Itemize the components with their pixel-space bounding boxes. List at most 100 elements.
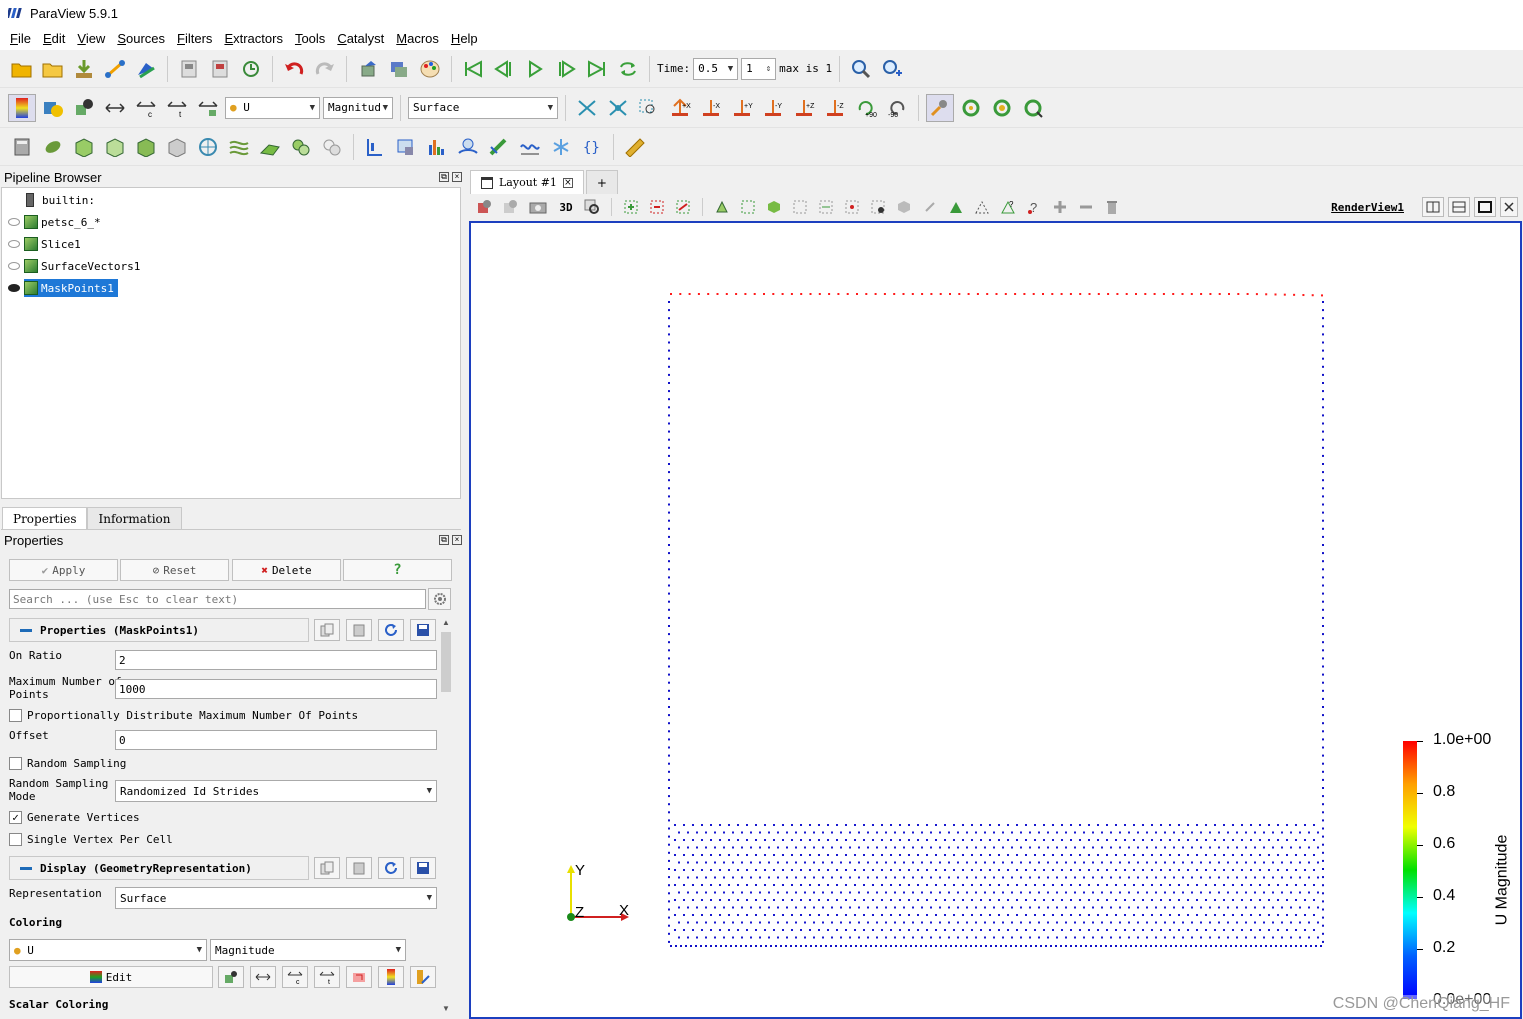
find-data-icon[interactable] xyxy=(847,55,875,83)
close-icon[interactable]: × xyxy=(452,172,462,182)
time-value-combo[interactable]: 0.5 ▼ xyxy=(693,57,739,80)
python-script-icon[interactable]: {} xyxy=(578,133,606,161)
menu-tools[interactable]: Tools xyxy=(289,31,331,46)
tab-properties[interactable]: Properties xyxy=(2,507,88,529)
camera-undo-icon[interactable] xyxy=(354,55,382,83)
open-file-icon[interactable] xyxy=(8,55,36,83)
glyph-icon[interactable] xyxy=(194,133,222,161)
properties-section-header[interactable]: Properties (MaskPoints1) xyxy=(9,618,309,642)
histogram-icon[interactable] xyxy=(423,133,451,161)
render-view[interactable]: Y Z X 1.0e+00 0.8 0.6 0.4 0.2 0.0e+00 U … xyxy=(469,221,1522,1019)
delete-button[interactable]: ✖ Delete xyxy=(232,559,341,581)
camera-redo-icon[interactable] xyxy=(385,55,413,83)
toggle-color-legend-icon[interactable] xyxy=(8,93,36,122)
hover-cells-icon[interactable] xyxy=(919,193,941,221)
apply-button[interactable]: ✔ Apply xyxy=(9,559,118,581)
coloring-component-select[interactable]: Magnitude ▼ xyxy=(210,939,406,961)
select-polygon-points-icon[interactable] xyxy=(815,193,837,221)
select-cells-through-icon[interactable] xyxy=(711,193,733,221)
shrink-selection-icon[interactable] xyxy=(971,193,993,221)
zoom-to-data-icon[interactable] xyxy=(604,94,632,122)
select-cells-on-icon[interactable] xyxy=(620,193,642,221)
clip-icon[interactable] xyxy=(70,133,98,161)
add-selection-icon[interactable] xyxy=(1049,193,1071,221)
menu-edit[interactable]: Edit xyxy=(37,31,71,46)
rescale-visible-range-icon[interactable] xyxy=(346,966,372,988)
menu-view[interactable]: View xyxy=(71,31,111,46)
probe-icon[interactable] xyxy=(392,133,420,161)
toggle-3d-button[interactable]: 3D xyxy=(555,201,577,214)
save-icon[interactable] xyxy=(410,619,436,641)
subtract-selection-icon[interactable] xyxy=(1075,193,1097,221)
rescale-temporal-range-icon[interactable]: t xyxy=(314,966,340,988)
view-plus-x-icon[interactable]: +X xyxy=(666,94,694,122)
edit-selection-icon[interactable]: ? xyxy=(997,193,1019,221)
interactive-select-cells-icon[interactable] xyxy=(841,193,863,221)
disconnect-icon[interactable] xyxy=(132,55,160,83)
view-redo-icon[interactable] xyxy=(499,193,521,221)
advanced-settings-gear-icon[interactable] xyxy=(428,588,451,610)
plot-data-icon[interactable] xyxy=(485,133,513,161)
edit-color-map-button[interactable]: Edit xyxy=(9,966,213,988)
split-horizontal-icon[interactable] xyxy=(1422,197,1444,217)
clear-selection-trash-icon[interactable] xyxy=(1101,193,1123,221)
sampling-mode-select[interactable]: Randomized Id Strides ▼ xyxy=(115,780,437,802)
float-icon[interactable]: ⧉ xyxy=(439,172,449,182)
warp-vector-icon[interactable] xyxy=(256,133,284,161)
pipeline-item-petsc[interactable]: petsc_6_* xyxy=(2,212,101,232)
scroll-thumb[interactable] xyxy=(441,632,451,692)
paste-icon[interactable] xyxy=(346,619,372,641)
interaction-mode-icon[interactable] xyxy=(926,93,954,122)
coloring-array-select[interactable]: ● U ▼ xyxy=(9,939,207,961)
menu-catalyst[interactable]: Catalyst xyxy=(331,31,390,46)
view-plus-z-icon[interactable]: +Z xyxy=(790,94,818,122)
center-axes-icon[interactable] xyxy=(957,94,985,122)
redo-icon[interactable] xyxy=(311,55,339,83)
select-points-off-icon[interactable] xyxy=(646,193,668,221)
reset-session-icon[interactable] xyxy=(237,55,265,83)
representation-select[interactable]: Surface ▼ xyxy=(115,887,437,909)
find-selection-icon[interactable]: ? xyxy=(1023,193,1045,221)
view-undo-icon[interactable] xyxy=(473,193,495,221)
representation-combo[interactable]: Surface ▼ xyxy=(408,96,558,119)
close-icon[interactable]: × xyxy=(452,535,462,545)
view-minus-y-icon[interactable]: -Y xyxy=(759,94,787,122)
scrollbar[interactable]: ▲ ▼ xyxy=(440,618,452,1013)
edit-color-map-icon[interactable] xyxy=(39,94,67,122)
menu-macros[interactable]: Macros xyxy=(390,31,445,46)
threshold-icon[interactable] xyxy=(132,133,160,161)
eye-closed-icon[interactable] xyxy=(8,218,20,226)
pipeline-item-slice1[interactable]: Slice1 xyxy=(2,234,81,254)
view-zoom-icon[interactable] xyxy=(581,193,603,221)
select-frustum-icon[interactable] xyxy=(672,193,694,221)
pipeline-item-builtin[interactable]: builtin: xyxy=(24,190,95,210)
eye-closed-icon[interactable] xyxy=(8,240,20,248)
menu-file[interactable]: File xyxy=(4,31,37,46)
render-view-name[interactable]: RenderView1 xyxy=(1331,201,1404,214)
pipeline-item-surfacevectors1[interactable]: SurfaceVectors1 xyxy=(2,256,140,276)
edit-color-legend-icon[interactable] xyxy=(410,966,436,988)
close-view-icon[interactable] xyxy=(1500,197,1518,217)
reset-range-icon[interactable] xyxy=(70,94,98,122)
load-state-icon[interactable] xyxy=(206,55,234,83)
stream-tracer-icon[interactable] xyxy=(225,133,253,161)
rescale-custom-c-icon[interactable]: c xyxy=(132,94,160,122)
slice-icon[interactable] xyxy=(101,133,129,161)
proportional-distribute-checkbox[interactable]: Proportionally Distribute Maximum Number… xyxy=(9,709,358,722)
choose-preset-icon[interactable] xyxy=(218,966,244,988)
rotate-minus-90-icon[interactable]: -90 xyxy=(883,94,911,122)
view-minus-z-icon[interactable]: -Z xyxy=(821,94,849,122)
select-polygon-cells-icon[interactable] xyxy=(789,193,811,221)
eye-closed-icon[interactable] xyxy=(8,262,20,270)
previous-frame-icon[interactable] xyxy=(490,55,518,83)
copy-icon[interactable] xyxy=(314,857,340,879)
max-points-input[interactable]: 1000 xyxy=(115,679,437,699)
paste-icon[interactable] xyxy=(346,857,372,879)
select-points-through-icon[interactable] xyxy=(737,193,759,221)
extract-subset-icon[interactable] xyxy=(163,133,191,161)
generate-vertices-checkbox[interactable]: ✓ Generate Vertices xyxy=(9,811,140,824)
color-array-combo[interactable]: ● U ▼ xyxy=(225,96,320,119)
hover-points-icon[interactable] xyxy=(893,193,915,221)
calculator-icon[interactable] xyxy=(8,133,36,161)
screenshot-camera-icon[interactable] xyxy=(525,193,551,221)
